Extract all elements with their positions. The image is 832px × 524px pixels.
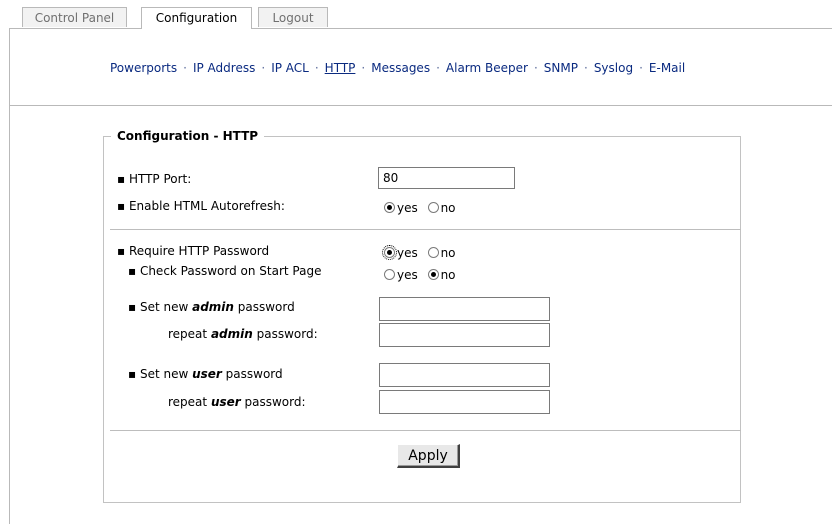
subnav-link-syslog[interactable]: Syslog (594, 61, 633, 75)
http-port-label: ▪ HTTP Port: (117, 172, 192, 186)
require-password-radio-group: yes no (382, 245, 462, 260)
autorefresh-no-radio[interactable] (427, 202, 439, 213)
tab-control-panel[interactable]: Control Panel (22, 7, 127, 27)
subnav-link-email[interactable]: E-Mail (649, 61, 685, 75)
http-port-input[interactable] (378, 167, 515, 189)
subnav-link-ip-acl[interactable]: IP ACL (271, 61, 309, 75)
subnav-separator: · (261, 61, 266, 75)
require-password-no-label: no (440, 246, 456, 260)
section-title: Configuration - HTTP (111, 128, 265, 144)
require-password-label: ▪ Require HTTP Password (117, 244, 270, 258)
subnav-separator: · (183, 61, 187, 75)
check-password-yes-label: yes (397, 268, 418, 282)
subnav-link-ip-address[interactable]: IP Address (193, 61, 255, 75)
page: Control Panel Configuration Logout Power… (0, 0, 832, 524)
user-password-repeat-label: repeat user password: (168, 395, 306, 409)
autorefresh-yes-radio[interactable] (384, 202, 395, 213)
subnav-separator: · (639, 61, 643, 75)
subnav-separator: · (361, 61, 366, 75)
check-password-yes-radio[interactable] (384, 269, 395, 280)
config-subnav: Powerports · IP Address · IP ACL · HTTP · Messag… (110, 61, 685, 75)
subnav-link-snmp[interactable]: SNMP (544, 61, 578, 75)
section-divider (110, 229, 741, 230)
subnav-separator: · (533, 61, 538, 75)
subnav-link-messages[interactable]: Messages (371, 61, 430, 75)
tab-logout[interactable]: Logout (258, 7, 328, 27)
require-password-yes-label: yes (397, 246, 418, 260)
autorefresh-no-label: no (440, 201, 456, 215)
autorefresh-yes-label: yes (397, 201, 418, 215)
autorefresh-radio-group: yes no (384, 201, 462, 215)
subnav-separator: · (583, 61, 588, 75)
user-emphasis: user (192, 367, 222, 381)
admin-password-label: ▪ Set new admin password (128, 300, 295, 314)
check-password-no-radio[interactable] (427, 269, 439, 280)
admin-password-repeat-label: repeat admin password: (168, 327, 318, 341)
require-password-yes-radio[interactable] (382, 245, 397, 260)
content-left-border (9, 106, 10, 524)
admin-password-repeat-input[interactable] (379, 323, 550, 347)
check-password-label: ▪ Check Password on Start Page (128, 264, 322, 278)
section-divider (110, 430, 741, 431)
apply-button[interactable]: Apply (397, 444, 460, 468)
admin-emphasis: admin (192, 300, 234, 314)
subnav-link-http[interactable]: HTTP (325, 61, 356, 75)
subnav-separator: · (436, 61, 440, 75)
admin-emphasis: admin (210, 327, 253, 341)
check-password-radio-group: yes no (384, 268, 462, 282)
user-emphasis: user (210, 395, 241, 409)
admin-password-input[interactable] (379, 297, 550, 321)
user-password-repeat-input[interactable] (379, 390, 550, 414)
tab-configuration[interactable]: Configuration (141, 7, 252, 29)
user-password-label: ▪ Set new user password (128, 367, 283, 381)
subnav-link-alarm-beeper[interactable]: Alarm Beeper (446, 61, 528, 75)
user-password-input[interactable] (379, 363, 550, 387)
subnav-separator: · (314, 61, 319, 75)
subnav-link-powerports[interactable]: Powerports (110, 61, 177, 75)
autorefresh-label: ▪ Enable HTML Autorefresh: (117, 199, 285, 213)
require-password-no-radio[interactable] (427, 247, 439, 258)
check-password-no-label: no (440, 268, 456, 282)
